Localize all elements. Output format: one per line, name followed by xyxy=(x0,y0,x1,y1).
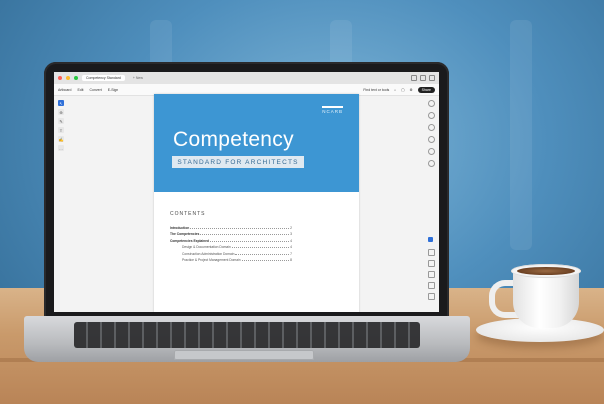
zoom-out-icon[interactable] xyxy=(428,282,435,289)
sign-tool-icon[interactable]: ✍ xyxy=(58,136,64,142)
pen-tool-icon[interactable]: ✎ xyxy=(58,118,64,124)
menu-esign[interactable]: E-Sign xyxy=(108,88,119,92)
text-tool-icon[interactable]: T xyxy=(58,127,64,133)
page-number-chip[interactable] xyxy=(428,237,433,242)
background-window-blur xyxy=(510,20,532,250)
coffee xyxy=(517,267,575,275)
search-icon[interactable]: ⌕ xyxy=(394,88,396,92)
bookmark-icon[interactable] xyxy=(428,112,435,119)
document-title: Competency xyxy=(173,128,294,151)
close-dot-icon[interactable] xyxy=(58,76,62,80)
settings-icon[interactable]: ⚙ xyxy=(410,88,413,92)
minimize-dot-icon[interactable] xyxy=(66,76,70,80)
new-tab-button[interactable]: + New xyxy=(129,75,147,81)
layers-icon[interactable] xyxy=(428,136,435,143)
print-icon[interactable]: ▢ xyxy=(401,88,404,92)
comment-icon[interactable] xyxy=(428,100,435,107)
laptop-lid: Competency Standard + New Artboard Edit … xyxy=(44,62,449,318)
page-down-icon[interactable] xyxy=(428,260,435,267)
keyboard xyxy=(74,322,420,348)
zoom-in-icon[interactable] xyxy=(428,271,435,278)
right-toolbar xyxy=(428,100,435,167)
menu-right-group: Find text or tools ⌕ ▢ ⚙ Share xyxy=(363,86,435,93)
photo-scene: Competency Standard + New Artboard Edit … xyxy=(0,0,604,404)
pdf-page: NCARB Competency STANDARD FOR ARCHITECTS… xyxy=(154,94,359,312)
table-of-contents: CONTENTS Introduction 2 The Competencies 3… xyxy=(170,211,292,262)
toc-row[interactable]: Practice & Project Management Domain 8 xyxy=(170,256,292,262)
menu-edit[interactable]: Edit xyxy=(77,88,83,92)
more-tools-icon[interactable]: … xyxy=(58,145,64,151)
contents-heading: CONTENTS xyxy=(170,211,206,217)
page-up-icon[interactable] xyxy=(428,249,435,256)
zoom-dot-icon[interactable] xyxy=(74,76,78,80)
help-icon[interactable] xyxy=(420,75,426,81)
tab-document[interactable]: Competency Standard xyxy=(82,75,125,81)
laptop-screen: Competency Standard + New Artboard Edit … xyxy=(54,72,439,312)
bell-icon[interactable] xyxy=(411,75,417,81)
export-icon[interactable] xyxy=(428,148,435,155)
cover-banner: NCARB Competency STANDARD FOR ARCHITECTS xyxy=(154,94,359,192)
trackpad xyxy=(174,350,314,360)
document-subtitle: STANDARD FOR ARCHITECTS xyxy=(172,156,304,168)
brand-logo: NCARB xyxy=(322,106,343,114)
menu-artboard[interactable]: Artboard xyxy=(58,88,71,92)
browser-tab-bar: Competency Standard + New xyxy=(54,72,439,84)
fit-page-icon[interactable] xyxy=(428,293,435,300)
organize-icon[interactable] xyxy=(428,160,435,167)
zoom-toolbar xyxy=(428,237,435,300)
window-controls xyxy=(411,75,435,81)
left-toolbar: ↖ ⊕ ✎ T ✍ … xyxy=(58,100,66,151)
zoom-tool-icon[interactable]: ⊕ xyxy=(58,109,64,115)
share-button[interactable]: Share xyxy=(417,86,435,93)
attachment-icon[interactable] xyxy=(428,124,435,131)
menu-convert[interactable]: Convert xyxy=(89,88,101,92)
apps-icon[interactable] xyxy=(429,75,435,81)
select-tool-icon[interactable]: ↖ xyxy=(58,100,64,106)
laptop-base xyxy=(24,316,470,362)
coffee-cup xyxy=(513,270,579,328)
find-tools-input[interactable]: Find text or tools xyxy=(363,88,389,92)
